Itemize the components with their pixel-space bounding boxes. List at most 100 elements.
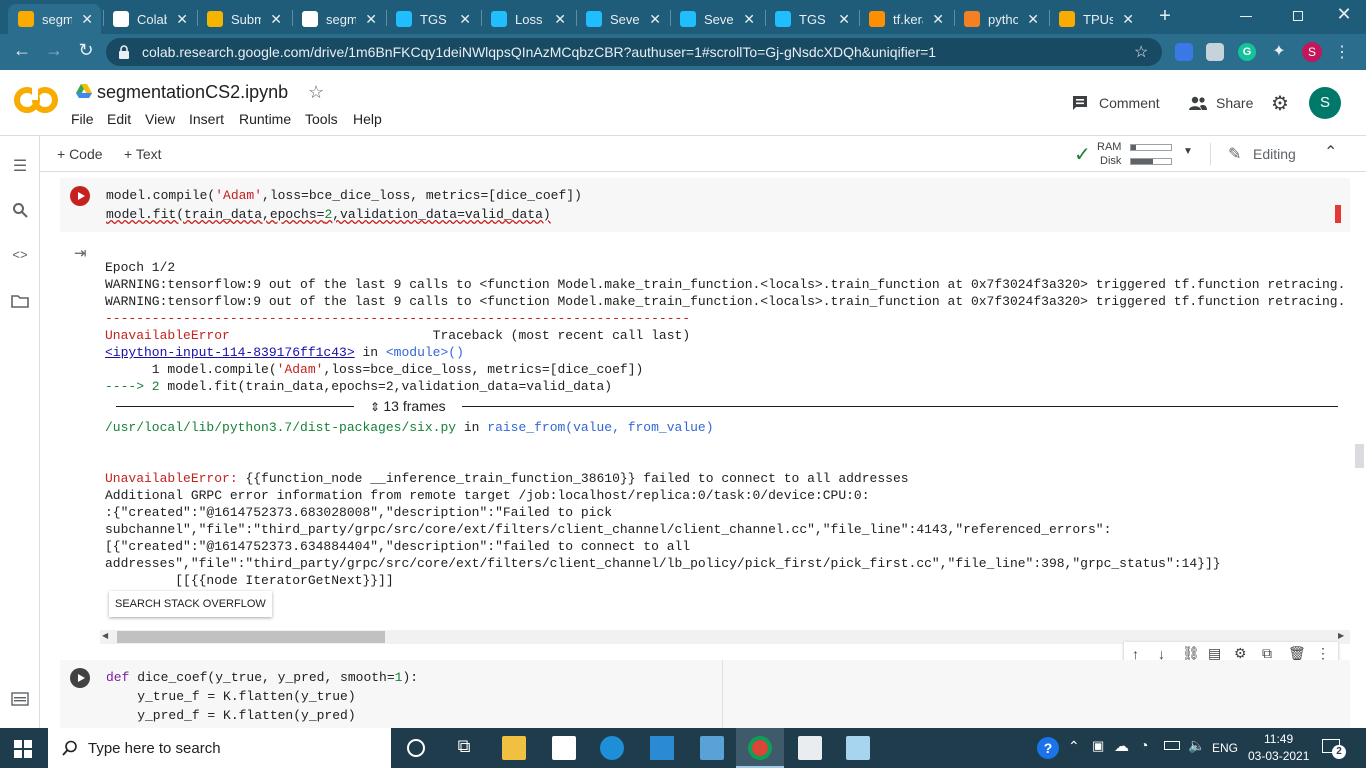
- tab-close-icon[interactable]: ✕: [1122, 11, 1134, 28]
- browser-tab[interactable]: TPUs ✕: [1049, 4, 1142, 34]
- code-cell-1[interactable]: model.compile('Adam',loss=bce_dice_loss,…: [60, 178, 1350, 232]
- bookmark-star-icon[interactable]: ☆: [1134, 42, 1148, 62]
- tab-close-icon[interactable]: ✕: [554, 11, 566, 28]
- menu-runtime[interactable]: Runtime: [239, 111, 291, 127]
- menu-file[interactable]: File: [71, 111, 94, 127]
- laptop-app-icon[interactable]: [700, 736, 724, 760]
- code-cell-2[interactable]: def dice_coef(y_true, y_pred, smooth=1):…: [60, 660, 1350, 728]
- browser-tab[interactable]: tf.kera ✕: [859, 4, 952, 34]
- run-cell-button[interactable]: [70, 668, 90, 688]
- browser-tab[interactable]: segm ✕: [8, 4, 101, 34]
- documents-icon[interactable]: [798, 736, 822, 760]
- browser-tab[interactable]: Sever ✕: [670, 4, 763, 34]
- menu-tools[interactable]: Tools: [305, 111, 338, 127]
- browser-tab[interactable]: Sever ✕: [576, 4, 669, 34]
- code-snippets-icon[interactable]: <>: [10, 248, 30, 268]
- notebook-vertical-scrollbar[interactable]: [1353, 172, 1366, 728]
- tab-close-icon[interactable]: ✕: [459, 11, 471, 28]
- volume-icon[interactable]: 🔈: [1188, 737, 1205, 754]
- search-icon[interactable]: [10, 202, 30, 222]
- menu-help[interactable]: Help: [353, 111, 382, 127]
- tab-close-icon[interactable]: ✕: [365, 11, 377, 28]
- add-text-button[interactable]: + Text: [124, 146, 162, 162]
- address-bar[interactable]: colab.research.google.com/drive/1m6BnFKC…: [106, 38, 1162, 66]
- forward-arrow-icon[interactable]: →: [42, 40, 66, 61]
- account-avatar[interactable]: S: [1309, 87, 1341, 119]
- wifi-icon[interactable]: ◔: [1140, 737, 1148, 753]
- browser-tab[interactable]: pytho ✕: [954, 4, 1047, 34]
- tab-close-icon[interactable]: ✕: [649, 11, 661, 28]
- add-code-button[interactable]: + Code: [57, 146, 103, 162]
- browser-profile-avatar[interactable]: S: [1302, 42, 1322, 62]
- collapse-header-icon[interactable]: ⌃: [1324, 142, 1337, 162]
- new-tab-button[interactable]: +: [1154, 5, 1176, 27]
- cortana-icon[interactable]: [404, 736, 428, 760]
- clock-time[interactable]: 11:49: [1264, 732, 1293, 746]
- taskbar-search-box[interactable]: Type here to search: [48, 728, 391, 768]
- microsoft-store-icon[interactable]: [552, 736, 576, 760]
- file-explorer-icon[interactable]: [502, 736, 526, 760]
- restore-window-button[interactable]: [1288, 6, 1308, 26]
- extension-1-icon[interactable]: [1175, 43, 1193, 61]
- notifications-icon[interactable]: 2: [1322, 737, 1346, 759]
- chrome-taskbar-button[interactable]: [736, 728, 784, 768]
- terminal-icon[interactable]: [10, 692, 30, 712]
- star-icon[interactable]: ☆: [308, 82, 324, 103]
- tab-close-icon[interactable]: ✕: [932, 11, 944, 28]
- menu-insert[interactable]: Insert: [189, 111, 224, 127]
- tab-close-icon[interactable]: ✕: [176, 11, 188, 28]
- output-icon[interactable]: ⇥: [74, 244, 87, 262]
- browser-menu-icon[interactable]: ⋮: [1334, 42, 1350, 62]
- menu-edit[interactable]: Edit: [107, 111, 131, 127]
- vertical-scrollbar-thumb[interactable]: [1355, 444, 1364, 468]
- mail-icon[interactable]: [650, 736, 674, 760]
- notebook-title[interactable]: segmentationCS2.ipynb: [97, 82, 288, 103]
- scrollbar-thumb[interactable]: [117, 631, 385, 643]
- browser-tab[interactable]: TGS S ✕: [765, 4, 858, 34]
- settings-gear-icon[interactable]: ⚙: [1271, 91, 1289, 116]
- runtime-dropdown-icon[interactable]: ▼: [1183, 146, 1193, 157]
- editing-mode-button[interactable]: Editing: [1253, 146, 1296, 162]
- search-stack-overflow-button[interactable]: SEARCH STACK OVERFLOW: [109, 591, 272, 617]
- scroll-right-arrow[interactable]: ▶: [1338, 631, 1344, 640]
- comment-button[interactable]: Comment: [1099, 95, 1160, 111]
- extension-2-icon[interactable]: [1206, 43, 1224, 61]
- colab-logo[interactable]: [14, 84, 58, 116]
- tab-close-icon[interactable]: ✕: [838, 11, 850, 28]
- tray-device-icon[interactable]: ▣: [1092, 738, 1104, 754]
- close-window-button[interactable]: ✕: [1334, 4, 1354, 26]
- help-tray-icon[interactable]: ?: [1037, 737, 1059, 759]
- tab-close-icon[interactable]: ✕: [270, 11, 282, 28]
- traceback-input-link[interactable]: <ipython-input-114-839176ff1c43>: [105, 345, 355, 360]
- frames-toggle[interactable]: ⇕ 13 frames: [370, 398, 446, 414]
- tab-close-icon[interactable]: ✕: [81, 11, 93, 28]
- share-button[interactable]: Share: [1216, 95, 1253, 111]
- browser-tab[interactable]: TGS S ✕: [386, 4, 479, 34]
- browser-tab[interactable]: segm ✕: [292, 4, 385, 34]
- browser-tab[interactable]: Subm ✕: [197, 4, 290, 34]
- resources-indicator[interactable]: RAM Disk: [1096, 140, 1186, 168]
- clock-date[interactable]: 03-03-2021: [1248, 749, 1309, 763]
- show-hidden-icons[interactable]: ⌃: [1068, 738, 1080, 755]
- files-folder-icon[interactable]: [10, 294, 30, 314]
- back-arrow-icon[interactable]: ←: [10, 40, 34, 61]
- scroll-left-arrow[interactable]: ◀: [102, 631, 108, 640]
- reload-icon[interactable]: ↻: [74, 40, 98, 61]
- edge-browser-icon[interactable]: [600, 736, 624, 760]
- task-view-icon[interactable]: ⧉: [452, 736, 476, 760]
- tab-close-icon[interactable]: ✕: [1027, 11, 1039, 28]
- onedrive-cloud-icon[interactable]: ☁: [1114, 737, 1129, 755]
- minimize-window-button[interactable]: [1236, 6, 1256, 26]
- notepad-icon[interactable]: [846, 736, 870, 760]
- browser-tab[interactable]: Colab ✕: [103, 4, 196, 34]
- battery-icon[interactable]: [1164, 741, 1180, 750]
- language-indicator[interactable]: ENG: [1212, 741, 1238, 755]
- menu-view[interactable]: View: [145, 111, 175, 127]
- browser-tab[interactable]: Loss F ✕: [481, 4, 574, 34]
- grammarly-icon[interactable]: G: [1238, 43, 1256, 61]
- table-of-contents-icon[interactable]: ☰: [10, 156, 30, 176]
- tab-close-icon[interactable]: ✕: [743, 11, 755, 28]
- extensions-puzzle-icon[interactable]: ✦: [1270, 43, 1288, 61]
- run-cell-button-error[interactable]: [70, 186, 90, 206]
- windows-start-icon[interactable]: [14, 740, 32, 758]
